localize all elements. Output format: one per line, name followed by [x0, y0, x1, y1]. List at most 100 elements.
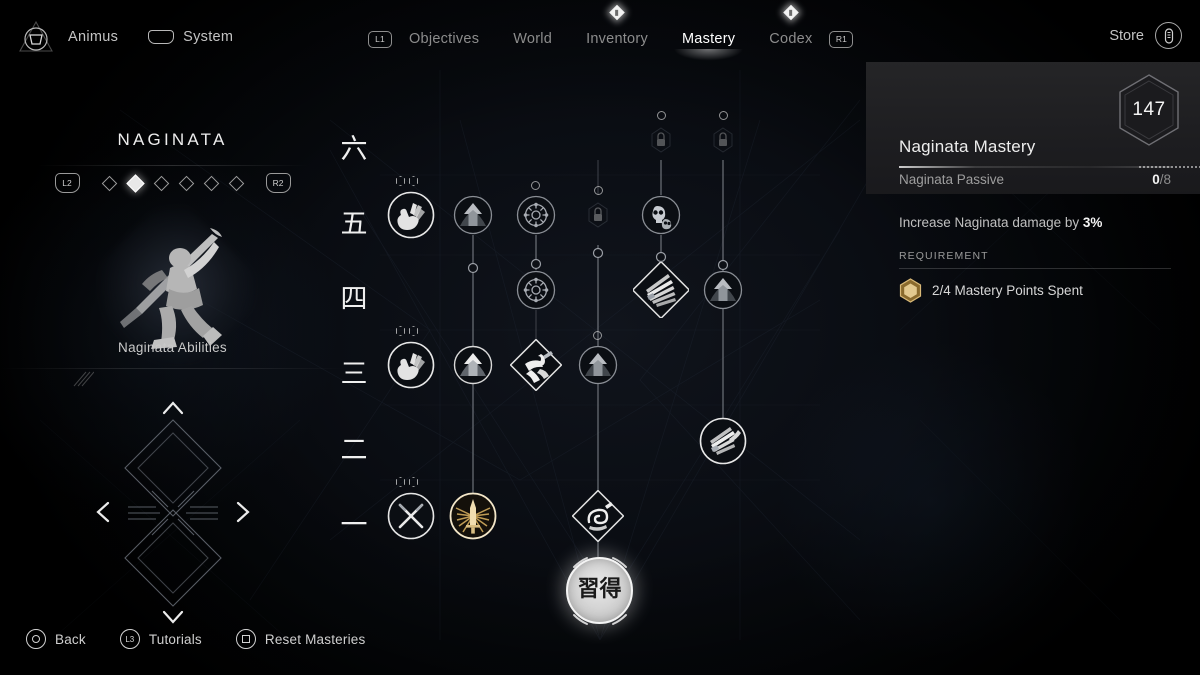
- tab-codex-label: Codex: [769, 31, 813, 47]
- mastery-root-node[interactable]: 習得: [566, 557, 633, 624]
- detail-panel-progress-bar: [899, 166, 1200, 168]
- back-label: Back: [55, 631, 86, 647]
- mastery-node-skull-5[interactable]: [641, 195, 681, 235]
- dpad-up-chevron: [162, 401, 184, 415]
- tab-mastery[interactable]: Mastery: [664, 24, 753, 65]
- node-pip: [719, 111, 728, 120]
- skull-icon: [641, 195, 681, 235]
- topbar-left-group: Animus System: [18, 20, 233, 54]
- store-button[interactable]: Store: [1109, 22, 1182, 49]
- tab-world-label: World: [513, 31, 553, 47]
- l2-trigger-icon[interactable]: L2: [54, 173, 80, 193]
- weapon-panel: NAGINATA L2 R2 Naginata Abilities: [0, 70, 345, 624]
- arrow-up-icon: [453, 345, 493, 385]
- mastery-node-grab-3[interactable]: [387, 326, 435, 389]
- main-tabs: L1 Objectives World Inventory Mastery Co…: [368, 4, 854, 65]
- mastery-node-crossed-swords-1[interactable]: [387, 477, 435, 540]
- r2-trigger-icon[interactable]: R2: [265, 173, 291, 193]
- hand-grab-icon: [387, 341, 435, 389]
- weapon-title: NAGINATA: [117, 130, 228, 149]
- weapon-pip-6[interactable]: [228, 175, 244, 191]
- system-button[interactable]: System: [148, 29, 233, 45]
- weapon-pip-1[interactable]: [101, 175, 117, 191]
- tab-inventory-label: Inventory: [586, 31, 648, 47]
- reset-masteries-label: Reset Masteries: [264, 631, 366, 647]
- tab-codex[interactable]: Codex: [752, 4, 829, 54]
- mastery-node-wheel-5[interactable]: [516, 181, 556, 235]
- node-pip: [657, 111, 666, 120]
- tutorials-button[interactable]: L3 Tutorials: [119, 629, 202, 649]
- mastery-node-swirl-1[interactable]: [571, 489, 625, 543]
- mastery-node-naginata-2[interactable]: [699, 417, 747, 465]
- lunge-icon: [509, 338, 563, 392]
- decorative-hatch-icon: [72, 370, 95, 388]
- system-label: System: [183, 29, 234, 45]
- tab-objectives-label: Objectives: [409, 31, 480, 47]
- dpad-left-chevron: [96, 501, 110, 523]
- detail-panel-description: Increase Naginata damage by 3%: [899, 214, 1171, 232]
- square-button-icon: [235, 629, 256, 649]
- tab-mastery-label: Mastery: [681, 31, 736, 47]
- hand-grab-icon: [387, 191, 435, 239]
- mastery-node-arrow-3[interactable]: [453, 345, 493, 385]
- mastery-node-wheel-4[interactable]: [516, 270, 556, 310]
- weapon-selector-pips: L2 R2: [0, 173, 345, 193]
- detail-panel-progress-dashes: [1139, 166, 1200, 168]
- arrow-up-icon: [453, 195, 493, 235]
- tab-world[interactable]: World: [496, 24, 569, 54]
- weapon-pip-2[interactable]: [125, 173, 145, 193]
- weapon-pip-3[interactable]: [153, 175, 169, 191]
- mastery-detail-panel: 147 Naginata Mastery Naginata Passive 0/…: [866, 62, 1200, 312]
- dpad-right-chevron: [236, 501, 250, 523]
- tutorials-label: Tutorials: [148, 631, 202, 647]
- mastery-node-arrow-4[interactable]: [703, 270, 743, 310]
- reset-masteries-button[interactable]: Reset Masteries: [235, 629, 366, 649]
- weapon-pip-5[interactable]: [203, 175, 219, 191]
- l3-button-icon: L3: [119, 629, 140, 649]
- weapon-pip-4[interactable]: [178, 175, 194, 191]
- mastery-node-locked-b[interactable]: [708, 111, 738, 155]
- lock-icon: [713, 127, 733, 153]
- top-navigation-bar: Animus System L1 Objectives World Invent…: [0, 0, 1200, 65]
- description-value: 3%: [1082, 215, 1103, 230]
- arrow-up-icon: [703, 270, 743, 310]
- directional-pad-control[interactable]: [40, 395, 305, 630]
- back-button[interactable]: Back: [26, 629, 86, 649]
- requirement-text: 2/4 Mastery Points Spent: [932, 283, 1083, 298]
- node-pip: [531, 181, 540, 190]
- rank-max: 8: [1163, 172, 1171, 187]
- naginata-icon: [699, 417, 747, 465]
- node-pip: [593, 331, 602, 340]
- mastery-node-locked-c[interactable]: [583, 186, 613, 230]
- circle-button-icon: [26, 629, 46, 649]
- mastery-points-value: 147: [1132, 99, 1166, 120]
- mastery-node-grab-5[interactable]: [387, 176, 435, 239]
- left-bumper-icon[interactable]: L1: [368, 30, 392, 48]
- animus-logo-icon: [18, 20, 54, 54]
- mastery-node-arrow-3b[interactable]: [578, 331, 618, 385]
- requirement-row: 2/4 Mastery Points Spent: [899, 278, 1083, 303]
- weapon-divider: [38, 165, 308, 166]
- detail-panel-subtitle: Naginata Passive: [899, 172, 1005, 187]
- tab-inventory[interactable]: Inventory: [569, 4, 665, 54]
- mastery-node-unlocked-sword-1[interactable]: [449, 492, 497, 540]
- mastery-node-blade-burst-4[interactable]: [631, 260, 691, 320]
- wheel-icon: [516, 195, 556, 235]
- weapon-panel-rule: [0, 368, 345, 369]
- description-prefix: Increase Naginata damage by: [899, 215, 1083, 230]
- tab-objectives[interactable]: Objectives: [392, 24, 496, 54]
- wheel-icon: [516, 270, 556, 310]
- node-pip: [594, 186, 603, 195]
- radiant-sword-icon: [449, 492, 497, 540]
- right-bumper-icon[interactable]: R1: [829, 30, 854, 48]
- requirement-heading: REQUIREMENT: [899, 250, 989, 262]
- mastery-node-lunge-3[interactable]: [509, 338, 563, 392]
- notification-diamond-icon: [609, 4, 625, 21]
- mastery-node-locked-a[interactable]: [646, 111, 676, 155]
- mastery-points-badge: 147: [1115, 72, 1183, 148]
- touchpad-icon: [148, 30, 175, 44]
- mastery-root-label: 習得: [577, 577, 622, 603]
- weapon-abilities-label: Naginata Abilities: [118, 340, 227, 355]
- animus-label[interactable]: Animus: [68, 29, 118, 45]
- mastery-node-arrow-5[interactable]: [453, 195, 493, 235]
